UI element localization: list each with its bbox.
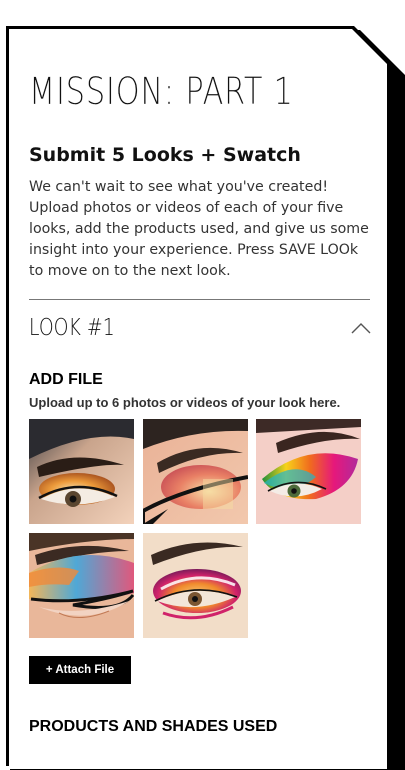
look-photo-1[interactable]: [29, 419, 134, 524]
chevron-up-icon[interactable]: [351, 321, 371, 335]
look-photo-3[interactable]: [256, 419, 361, 524]
add-file-title: ADD FILE: [29, 371, 103, 388]
submit-looks-heading: Submit 5 Looks + Swatch: [29, 144, 301, 166]
look-photo-2[interactable]: [143, 419, 248, 524]
look-accordion-header[interactable]: LOOK #1: [29, 309, 371, 353]
attach-file-button[interactable]: + Attach File: [29, 656, 131, 684]
add-file-description: Upload up to 6 photos or videos of your …: [29, 395, 341, 410]
look-photo-5[interactable]: [143, 533, 248, 638]
submit-looks-description: We can't wait to see what you've created…: [29, 179, 369, 279]
divider: [29, 299, 370, 300]
look-photo-4[interactable]: [29, 533, 134, 638]
mission-title: MISSION: PART 1: [29, 70, 294, 113]
products-heading: PRODUCTS AND SHADES USED: [29, 718, 278, 735]
look-title: LOOK #1: [29, 315, 115, 341]
